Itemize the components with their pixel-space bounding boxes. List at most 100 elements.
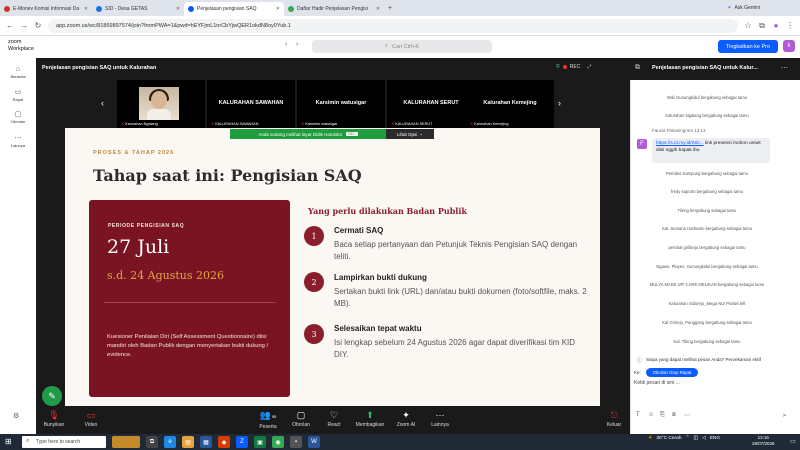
file-explorer-icon[interactable]: ▤ xyxy=(182,436,194,448)
back-arrow-icon[interactable]: ‹ xyxy=(285,41,287,48)
upgrade-label: Tingkatkan ke Pro xyxy=(725,43,771,50)
unmute-label: Bunyikan xyxy=(43,422,65,428)
close-icon[interactable]: ✕ xyxy=(376,6,380,12)
browser-tab-active[interactable]: Penjelasan pengisian SAQ ✕ xyxy=(184,2,284,16)
ask-gemini-button[interactable]: ✦ Ask Gemini xyxy=(727,5,760,11)
tab-label: E-Monev Komisi Informasi Da xyxy=(13,6,80,12)
participant-name: Karsimin watusigar xyxy=(305,122,338,126)
task-view-icon[interactable]: ⧉ xyxy=(146,436,158,448)
leave-button[interactable]: ⎋ Keluar xyxy=(594,410,634,428)
language-indicator[interactable]: ENG xyxy=(710,436,720,441)
tab-label: Penjelasan pengisian SAQ xyxy=(197,6,257,12)
screenshot-icon[interactable]: ⧈ xyxy=(672,412,676,419)
more-button[interactable]: ⋯ Lainnya xyxy=(420,410,460,428)
forward-arrow-icon[interactable]: › xyxy=(296,41,298,48)
emoji-icon[interactable]: ☺ xyxy=(648,412,654,418)
chat-privacy-notice[interactable]: Siapa yang dapat melihat pesan Anda? Pen… xyxy=(646,357,761,362)
attach-icon[interactable]: ⎘ xyxy=(660,412,665,419)
send-icon[interactable]: ➤ xyxy=(782,412,787,419)
app-icon[interactable]: ▣ xyxy=(254,436,266,448)
react-button[interactable]: ♡ React xyxy=(314,410,354,428)
unmute-button[interactable]: 🎙 Bunyikan xyxy=(34,410,74,428)
period-end-date: s.d. 24 Agustus 2026 xyxy=(107,269,225,282)
volume-icon[interactable]: ◁ xyxy=(702,436,706,441)
browser-tab[interactable]: E-Monev Komisi Informasi Da ✕ xyxy=(0,2,92,16)
recipient-select[interactable]: Obrolan Grup Rapat xyxy=(646,368,698,377)
rail-item-more[interactable]: ⋯ Lainnya xyxy=(0,134,36,148)
avatar[interactable]: k xyxy=(783,40,795,52)
gallery-prev-icon[interactable]: ‹ xyxy=(101,98,104,108)
close-icon[interactable]: ✕ xyxy=(176,6,180,12)
url-field[interactable]: app.zoom.us/wc/81869897574/join?fromPWA=… xyxy=(48,18,738,33)
taskbar-app-icon[interactable] xyxy=(112,436,140,448)
app-icon[interactable]: ◆ xyxy=(218,436,230,448)
windows-start-icon[interactable]: ⊞ xyxy=(5,437,12,446)
menu-dots-icon[interactable]: ⋮ xyxy=(786,21,794,30)
popout-icon[interactable]: ⧉ xyxy=(635,64,640,72)
gallery-next-icon[interactable]: › xyxy=(558,98,561,108)
taskbar-search-placeholder: Type here to search xyxy=(36,439,81,445)
browser-tab[interactable]: Daftar Hadir Penjelasan Pengisi ✕ xyxy=(284,2,384,16)
view-options-button[interactable]: Lihat Opsi ⌄ xyxy=(386,129,434,139)
back-icon[interactable]: ← xyxy=(6,21,14,30)
rail-item-chat[interactable]: ▢ Obrolan xyxy=(0,110,36,124)
system-tray: ☀ 30°C Cerah ⌃ ◫ ◁ ENG xyxy=(648,436,720,441)
app-icon[interactable]: ▪ xyxy=(290,436,302,448)
step-description: Sertakan bukti link (URL) dan/atau bukti… xyxy=(334,287,587,308)
participant-tile[interactable]: KALURAHAN SAWAHAN ✕ KALURAHAN SAWAHAN xyxy=(207,80,295,128)
participant-tile-name: Kalurahan Kemejing xyxy=(483,100,537,106)
fullscreen-icon[interactable]: ⤢ xyxy=(587,64,591,70)
gemini-icon: ✦ xyxy=(727,5,732,11)
weather-text: 30°C Cerah xyxy=(656,436,682,441)
participant-tile[interactable]: Karsimin watusigar ✕ Karsimin watusigar xyxy=(297,80,385,128)
close-icon[interactable]: ✕ xyxy=(84,6,88,12)
close-icon[interactable]: ✕ xyxy=(276,6,280,12)
bookmark-star-icon[interactable]: ☆ xyxy=(744,21,752,30)
extensions-icon[interactable]: ⧉ xyxy=(758,21,766,31)
forward-icon[interactable]: → xyxy=(20,21,28,30)
zoom-icon[interactable]: Z xyxy=(236,436,248,448)
settings-gear-icon[interactable]: ⚙ xyxy=(13,412,19,420)
leave-icon: ⎋ xyxy=(610,410,618,420)
new-tab-icon[interactable]: + xyxy=(388,5,392,12)
share-screen-button[interactable]: ⬆ Membagikan xyxy=(350,410,390,428)
network-icon[interactable]: ◫ xyxy=(693,436,698,441)
upgrade-pro-button[interactable]: Tingkatkan ke Pro xyxy=(718,40,778,53)
tray-chevron-icon[interactable]: ⌃ xyxy=(685,436,689,441)
reload-icon[interactable]: ↻ xyxy=(34,21,42,30)
rail-item-meetings[interactable]: ▭ Rapat xyxy=(0,88,36,102)
step-title: Lampirkan bukti dukung xyxy=(334,273,427,282)
view-options-label: Lihat Opsi xyxy=(396,131,418,137)
video-button[interactable]: ▭ Video xyxy=(71,410,111,428)
zoom-search-input[interactable]: ⌕ Cari Ctrl+K xyxy=(312,40,492,53)
browser-tab-bar: E-Monev Komisi Informasi Da ✕ SID - Desa… xyxy=(0,0,800,16)
participant-tile[interactable]: Kalurahan Kemejing ✕ Kalurahan Kemejing xyxy=(466,80,554,128)
participants-count: 95 xyxy=(271,414,277,419)
profile-icon[interactable]: ● xyxy=(772,21,780,30)
meeting-title: Penjelasan pengisian SAQ untuk Kalurahan xyxy=(42,65,157,71)
app-icon[interactable]: ▦ xyxy=(200,436,212,448)
edge-icon[interactable]: e xyxy=(164,436,176,448)
notification-icon[interactable]: ▭ xyxy=(790,438,796,445)
chat-more-icon[interactable]: ⋯ xyxy=(781,64,788,72)
annotate-pen-button[interactable]: ✎ xyxy=(42,386,62,406)
taskbar-search-input[interactable]: Type here to search xyxy=(22,436,106,448)
message-link[interactable]: https://s.id.my.id/KID... xyxy=(656,141,704,146)
taskbar-clock[interactable]: 13:16 28/07/2026 xyxy=(752,435,775,447)
search-placeholder: Cari Ctrl+K xyxy=(392,43,420,50)
browser-tab[interactable]: SID - Desa GETAS ✕ xyxy=(92,2,184,16)
participant-tile[interactable]: KALURAHAN SERUT ✕ KALURAHAN SERUT xyxy=(387,80,475,128)
system-message: Kalurahan Sidorejo_Mega Nur Pratiwi left xyxy=(668,301,746,306)
system-message: MULYA MAKE UP/ CARE MELIKAN bergabung se… xyxy=(649,282,765,287)
format-icon[interactable]: T xyxy=(636,412,640,418)
participant-tile-name: KALURAHAN SERUT xyxy=(403,100,459,106)
chat-input-placeholder: Ketik pesan di sini ... xyxy=(634,380,680,386)
chat-more-options-icon[interactable]: ⋯ xyxy=(684,412,690,419)
search-icon: ⌕ xyxy=(26,438,30,444)
chat-message-input[interactable]: Ketik pesan di sini ... xyxy=(634,380,794,404)
video-off-icon: ▭ xyxy=(86,410,96,420)
participant-video xyxy=(139,87,179,120)
chrome-icon[interactable]: ◉ xyxy=(272,436,284,448)
word-icon[interactable]: W xyxy=(308,436,320,448)
rail-item-home[interactable]: ⌂ Beranda xyxy=(0,66,36,79)
